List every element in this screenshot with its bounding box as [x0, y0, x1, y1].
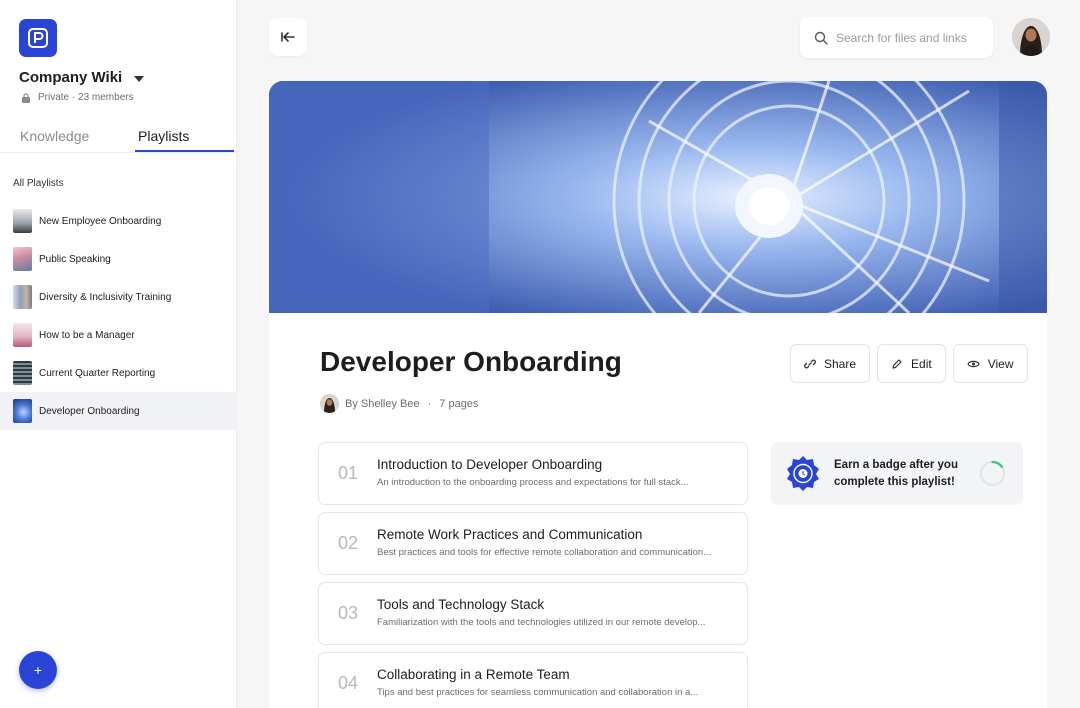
page-count: 7 pages	[439, 397, 479, 410]
sidebar-item-current-quarter-reporting[interactable]: Current Quarter Reporting	[0, 354, 237, 392]
byline: By Shelley Bee · 7 pages	[320, 394, 478, 413]
search-input[interactable]	[836, 30, 986, 45]
lock-icon	[22, 92, 30, 103]
sidebar-item-label: New Employee Onboarding	[39, 215, 162, 227]
sidebar-item-diversity-training[interactable]: Diversity & Inclusivity Training	[0, 278, 237, 316]
page-description: Tips and best practices for seamless com…	[377, 687, 699, 698]
tab-knowledge[interactable]: Knowledge	[20, 128, 89, 144]
page-title-text: Tools and Technology Stack	[377, 597, 545, 612]
playlist-list: New Employee Onboarding Public Speaking …	[0, 202, 237, 430]
playlist-thumbnail	[13, 399, 32, 423]
sidebar-tabs: Knowledge Playlists	[0, 124, 237, 153]
page-title-text: Collaborating in a Remote Team	[377, 667, 570, 682]
workspace-meta: Private · 23 members	[21, 92, 134, 103]
list-item[interactable]: 03 Tools and Technology Stack Familiariz…	[318, 582, 748, 645]
sidebar-item-developer-onboarding[interactable]: Developer Onboarding	[0, 392, 237, 430]
sidebar-item-label: Current Quarter Reporting	[39, 367, 156, 379]
user-avatar[interactable]	[1012, 18, 1050, 56]
byline-separator: ·	[427, 397, 432, 410]
search-bar	[800, 17, 993, 58]
page-description: Best practices and tools for effective r…	[377, 547, 712, 558]
badge-icon	[787, 456, 819, 491]
search-icon	[814, 31, 828, 45]
page-number: 03	[338, 603, 359, 623]
pencil-icon	[892, 358, 902, 369]
sidebar: Company Wiki Private · 23 members Knowle…	[0, 0, 237, 708]
tab-playlists[interactable]: Playlists	[138, 128, 189, 144]
page-title: Developer Onboarding	[320, 346, 622, 377]
page-title-text: Introduction to Developer Onboarding	[377, 457, 603, 472]
view-button-label: View	[987, 356, 1014, 371]
logo-icon	[28, 28, 48, 48]
avatar-image	[1012, 18, 1050, 56]
page-number: 04	[338, 673, 359, 693]
page-number: 01	[338, 463, 359, 483]
hero-turbine-illustration	[269, 81, 1047, 313]
badge-text: Earn a badge after you complete this pla…	[834, 459, 958, 488]
active-tab-indicator	[135, 150, 234, 152]
view-button[interactable]: View	[952, 344, 1028, 383]
arrow-left-icon	[281, 32, 295, 42]
all-playlists-link[interactable]: All Playlists	[13, 178, 64, 189]
author-avatar-image	[320, 394, 339, 413]
badge-promo: Earn a badge after you complete this pla…	[771, 442, 1023, 505]
link-icon	[804, 359, 816, 368]
list-item[interactable]: 04 Collaborating in a Remote Team Tips a…	[318, 652, 748, 708]
eye-icon	[967, 360, 980, 367]
edit-button[interactable]: Edit	[877, 344, 946, 383]
page-number: 02	[338, 533, 359, 553]
edit-button-label: Edit	[911, 356, 932, 371]
sidebar-item-label: Public Speaking	[39, 253, 111, 265]
sidebar-item-how-to-be-a-manager[interactable]: How to be a Manager	[0, 316, 237, 354]
chevron-down-icon	[134, 75, 145, 82]
page-description: An introduction to the onboarding proces…	[377, 477, 689, 488]
playlist-thumbnail	[13, 323, 32, 347]
workspace-meta-text: Private · 23 members	[38, 92, 134, 103]
workspace-switcher[interactable]: Company Wiki	[19, 69, 145, 86]
app-logo[interactable]	[19, 19, 57, 57]
page-list: 01 Introduction to Developer Onboarding …	[318, 442, 748, 708]
sidebar-item-label: Developer Onboarding	[39, 405, 140, 417]
sidebar-item-label: How to be a Manager	[39, 329, 135, 341]
playlist-thumbnail	[13, 209, 32, 233]
progress-ring	[979, 460, 1006, 487]
add-button[interactable]: +	[19, 651, 57, 689]
share-button[interactable]: Share	[790, 344, 871, 383]
back-button[interactable]	[269, 18, 307, 56]
playlist-thumbnail	[13, 361, 32, 385]
playlist-actions: Share Edit View	[790, 344, 1028, 383]
list-item[interactable]: 02 Remote Work Practices and Communicati…	[318, 512, 748, 575]
playlist-card: Developer Onboarding By Shelley Bee · 7 …	[269, 81, 1047, 708]
hero-image	[269, 81, 1047, 313]
share-button-label: Share	[824, 356, 857, 371]
playlist-thumbnail	[13, 247, 32, 271]
author-avatar	[320, 394, 339, 413]
sidebar-item-label: Diversity & Inclusivity Training	[39, 291, 172, 303]
author-name: By Shelley Bee	[345, 397, 420, 410]
list-item[interactable]: 01 Introduction to Developer Onboarding …	[318, 442, 748, 505]
page-description: Familiarization with the tools and techn…	[377, 617, 706, 628]
playlist-thumbnail	[13, 285, 32, 309]
page-title-text: Remote Work Practices and Communication	[377, 527, 643, 542]
sidebar-item-new-employee-onboarding[interactable]: New Employee Onboarding	[0, 202, 237, 240]
sidebar-item-public-speaking[interactable]: Public Speaking	[0, 240, 237, 278]
workspace-name: Company Wiki	[19, 69, 123, 86]
